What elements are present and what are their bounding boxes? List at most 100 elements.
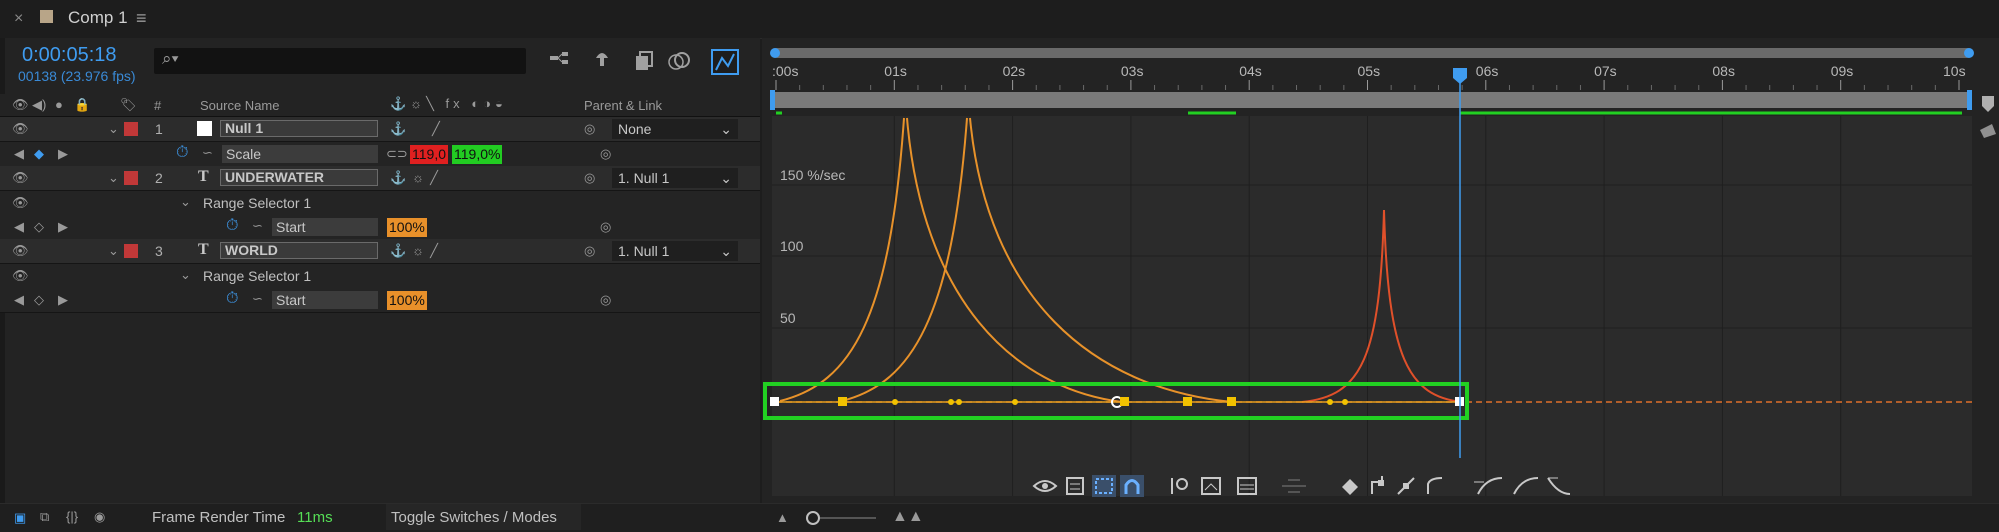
transform-box-icon[interactable] — [1092, 475, 1116, 497]
keyframe-handle[interactable] — [948, 399, 954, 405]
layer-row-1[interactable]: 👁 ⌄ 1 Null 1 ⚓ ╱ ◎ None ⌄ — [0, 117, 760, 142]
zoom-in-icon[interactable]: ▲▲ — [892, 508, 924, 526]
next-keyframe-icon[interactable]: ▶ — [58, 219, 68, 235]
snap-handle-icon[interactable] — [1980, 124, 1996, 138]
eye-icon[interactable]: 👁 — [12, 195, 29, 211]
audio-icon[interactable]: ◀) — [32, 97, 46, 113]
frame-blending-icon[interactable] — [636, 51, 653, 70]
pickwhip-icon[interactable]: ◎ — [600, 292, 611, 308]
layer-row-2[interactable]: 👁 ⌄ 2 T UNDERWATER ⚓☼╱ ◎ 1. Null 1 ⌄ — [0, 166, 760, 191]
chevron-down-icon[interactable]: ⌄ — [180, 194, 191, 210]
chevron-down-icon[interactable]: ⌄ — [108, 170, 119, 186]
pickwhip-icon[interactable]: ◎ — [600, 219, 611, 235]
zoom-slider-thumb[interactable] — [806, 511, 820, 525]
graph-area[interactable] — [772, 116, 1972, 496]
pickwhip-icon[interactable]: ◎ — [600, 146, 611, 162]
col-source-name[interactable]: Source Name — [200, 98, 279, 113]
keyframe-handle[interactable] — [1327, 399, 1333, 405]
keyframe-handle[interactable] — [1120, 397, 1129, 406]
start-value[interactable]: 100% — [387, 291, 427, 310]
stopwatch-icon[interactable]: ⏱ — [226, 217, 238, 235]
eye-icon[interactable]: 👁 — [12, 243, 29, 259]
close-tab-icon[interactable]: × — [14, 10, 23, 28]
video-switch-icon[interactable]: 👁 — [12, 97, 29, 113]
next-keyframe-icon[interactable]: ▶ — [58, 292, 68, 308]
layer-name[interactable]: UNDERWATER — [220, 169, 378, 186]
layer-switches-icon[interactable]: ⧉ — [40, 509, 49, 525]
snap-icon[interactable] — [1120, 475, 1144, 497]
link-icon[interactable]: ⊂⊃ — [386, 146, 408, 162]
keyframe-handle[interactable] — [892, 399, 898, 405]
graph-icon[interactable]: ∽ — [202, 145, 213, 161]
graph-editor-icon[interactable] — [711, 49, 739, 75]
keyframe-handle[interactable] — [1342, 399, 1348, 405]
col-parent[interactable]: Parent & Link — [584, 98, 662, 113]
stopwatch-icon[interactable]: ⏱ — [226, 290, 238, 308]
brackets-icon[interactable]: {|} — [66, 509, 78, 524]
graph-options-icon[interactable] — [1982, 96, 1994, 112]
label-color[interactable] — [124, 244, 138, 258]
label-color[interactable] — [124, 171, 138, 185]
graph-icon[interactable]: ∽ — [252, 291, 263, 307]
property-row-scale[interactable]: ◀ ◆ ▶ ⏱ ∽ Scale ⊂⊃ 119,0 119,0% ◎ — [0, 142, 760, 167]
stopwatch-icon[interactable]: ⏱ — [176, 144, 188, 162]
switch-icons[interactable]: ⚓☼╱ — [390, 243, 444, 259]
motion-blur-icon[interactable] — [668, 52, 690, 70]
layer-name[interactable]: Null 1 — [220, 120, 378, 137]
navigator-end-handle[interactable] — [1964, 48, 1974, 58]
shy-switch-icon[interactable]: ⚓ — [390, 121, 406, 137]
quality-switch-icon[interactable]: ╱ — [432, 121, 440, 137]
keyframe-handle[interactable] — [1227, 397, 1236, 406]
range-selector-row[interactable]: 👁 ⌄ Range Selector 1 — [0, 264, 760, 289]
chevron-down-icon[interactable]: ⌄ — [108, 121, 119, 137]
keyframe-handle[interactable] — [956, 399, 962, 405]
label-icon[interactable]: 🏷 — [120, 97, 137, 113]
pickwhip-icon[interactable]: ◎ — [584, 243, 595, 259]
tab-title[interactable]: Comp 1 — [68, 8, 128, 28]
scale-y-value[interactable]: 119,0% — [452, 145, 503, 164]
prev-keyframe-icon[interactable]: ◀ — [14, 219, 24, 235]
eye-icon[interactable]: 👁 — [12, 170, 29, 186]
scale-x-value[interactable]: 119,0 — [410, 145, 448, 164]
prev-keyframe-icon[interactable]: ◀ — [14, 146, 24, 162]
keyframe-handle[interactable] — [770, 397, 779, 406]
work-area-start[interactable] — [770, 90, 775, 110]
graph-editor-canvas[interactable]: :00s 01s 02s 03s 04s 05s 06s 07s 08s 09s 10s 150 %… — [762, 38, 1999, 503]
start-value[interactable]: 100% — [387, 218, 427, 237]
parent-dropdown[interactable]: None ⌄ — [612, 119, 738, 139]
lock-icon[interactable]: 🔒 — [74, 97, 90, 113]
navigator-start-handle[interactable] — [770, 48, 780, 58]
current-time[interactable]: 0:00:05:18 — [22, 44, 117, 67]
keyframe-handle[interactable] — [1012, 399, 1018, 405]
parent-dropdown[interactable]: 1. Null 1 ⌄ — [612, 168, 738, 188]
eye-icon[interactable]: 👁 — [12, 268, 29, 284]
layer-name[interactable]: WORLD — [220, 242, 378, 259]
solo-icon[interactable]: ● — [55, 97, 63, 112]
work-area-end[interactable] — [1967, 90, 1972, 110]
keyframe-icon[interactable]: ◆ — [34, 146, 44, 162]
range-selector-row[interactable]: 👁 ⌄ Range Selector 1 — [0, 191, 760, 216]
comp-flowchart-icon[interactable] — [550, 52, 568, 64]
comp-mini-icon[interactable]: ▣ — [14, 510, 26, 526]
switch-icons[interactable]: ⚓☼╱ — [390, 170, 444, 186]
prev-keyframe-icon[interactable]: ◀ — [14, 292, 24, 308]
search-input[interactable] — [154, 48, 526, 74]
parent-dropdown[interactable]: 1. Null 1 ⌄ — [612, 241, 738, 261]
next-keyframe-icon[interactable]: ▶ — [58, 146, 68, 162]
keyframe-handle[interactable] — [838, 397, 847, 406]
chevron-down-icon[interactable]: ⌄ — [180, 267, 191, 283]
shy-icon[interactable] — [596, 53, 608, 66]
layer-row-3[interactable]: 👁 ⌄ 3 T WORLD ⚓☼╱ ◎ 1. Null 1 ⌄ — [0, 239, 760, 264]
eye-icon[interactable]: 👁 — [12, 121, 29, 137]
pickwhip-icon[interactable]: ◎ — [584, 170, 595, 186]
keyframe-icon[interactable]: ◇ — [34, 292, 44, 308]
graph-icon[interactable]: ∽ — [252, 218, 263, 234]
panel-menu-icon[interactable]: ≡ — [136, 8, 147, 29]
chevron-down-icon[interactable]: ⌄ — [108, 243, 119, 259]
toggle-switches-modes-button[interactable]: Toggle Switches / Modes — [391, 509, 557, 526]
keyframe-handle[interactable] — [1183, 397, 1192, 406]
property-row-start[interactable]: ◀ ◇ ▶ ⏱ ∽ Start 100% ◎ — [0, 215, 760, 240]
zoom-out-icon[interactable]: ▲ — [776, 510, 789, 525]
time-navigator[interactable] — [772, 48, 1972, 58]
pickwhip-icon[interactable]: ◎ — [584, 121, 595, 137]
